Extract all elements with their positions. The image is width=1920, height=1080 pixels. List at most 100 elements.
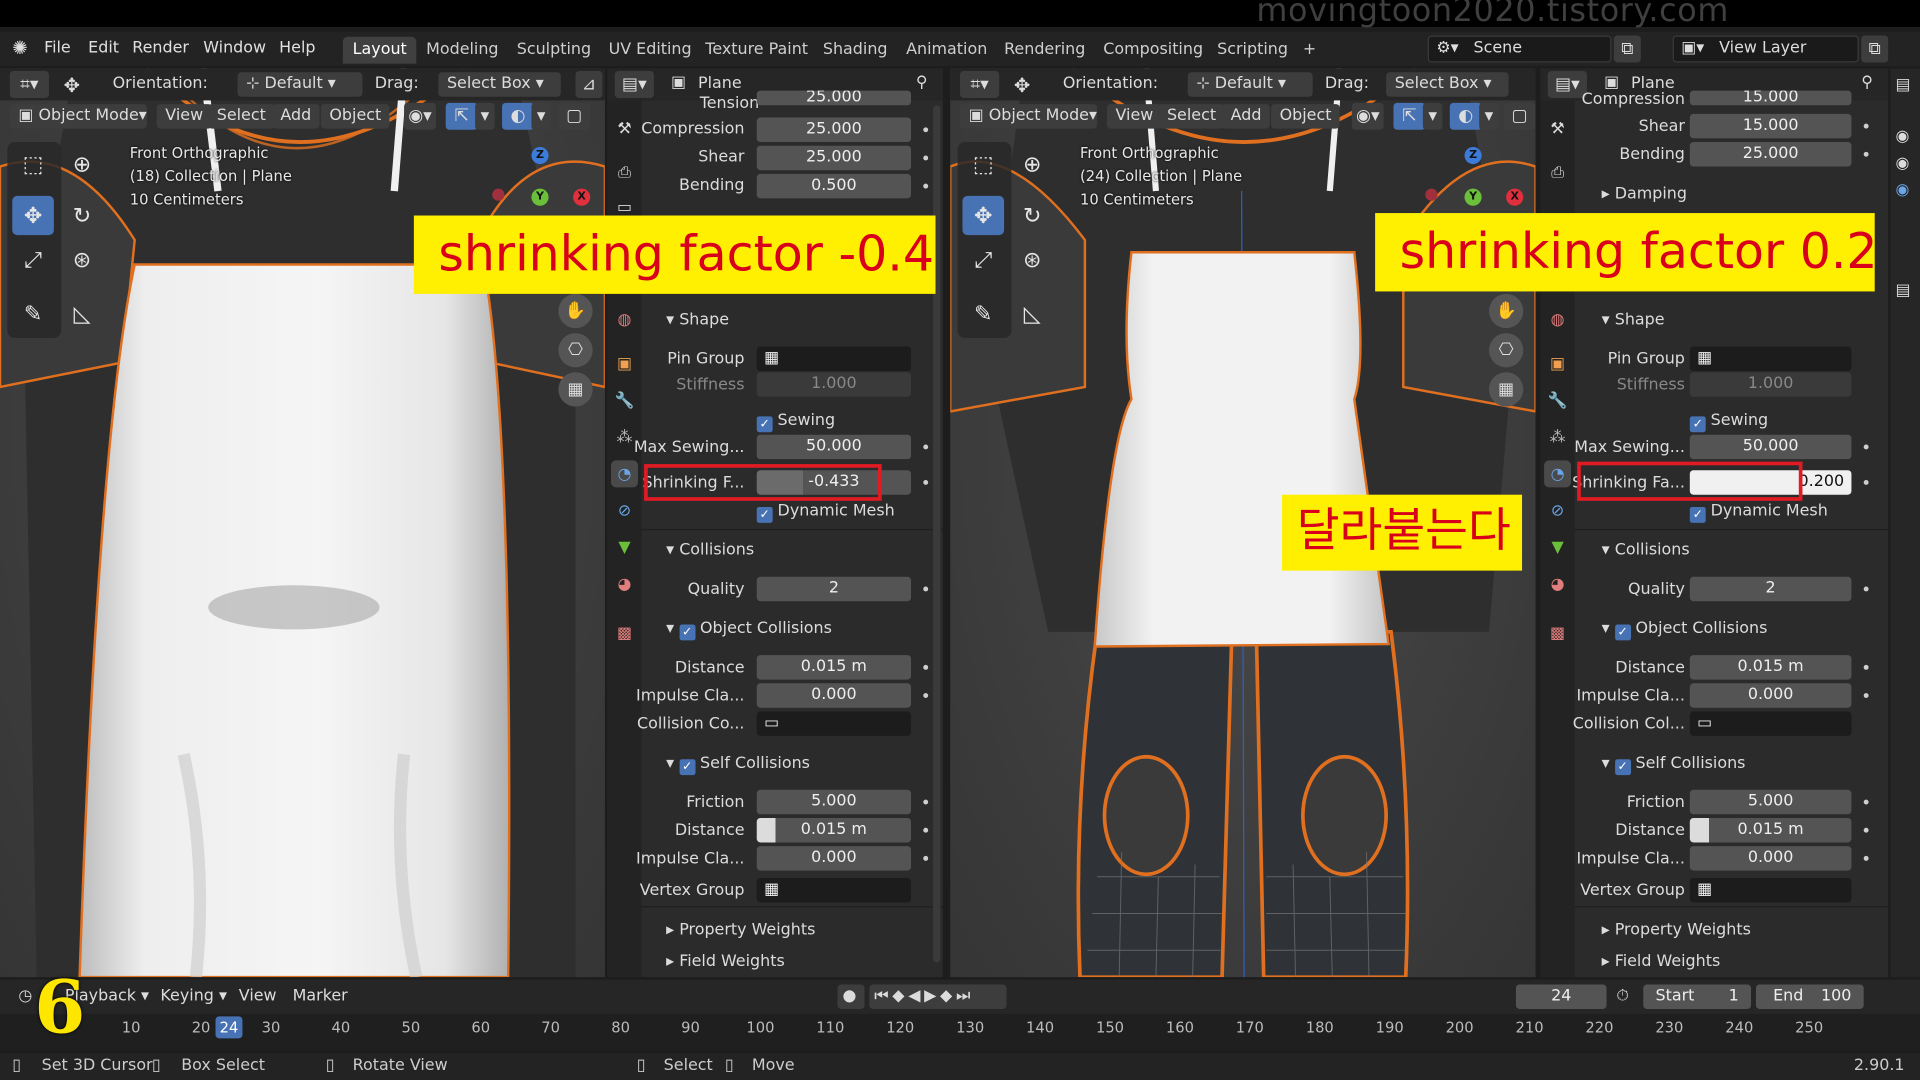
max-sewing-field[interactable]: 50.000: [1689, 434, 1852, 460]
render-tab-icon[interactable]: ⎙: [1544, 159, 1571, 186]
object-collisions-panel-header[interactable]: ▾ ✓ Object Collisions: [666, 620, 832, 641]
menu-add[interactable]: Add: [271, 104, 320, 129]
gizmo-y-axis[interactable]: Y: [1464, 188, 1482, 206]
mode-dropdown[interactable]: ▣ Object Mode▾: [9, 104, 147, 129]
keyframe-dot[interactable]: [923, 480, 929, 485]
modifier-tab-icon[interactable]: 🔧: [611, 387, 638, 414]
menu-object[interactable]: Object: [1271, 104, 1341, 129]
self-distance-field[interactable]: 0.015 m: [1689, 817, 1852, 843]
xray-icon[interactable]: ▢: [558, 102, 591, 130]
property-weights-panel-header[interactable]: ▸ Property Weights: [1602, 921, 1751, 939]
compression-field[interactable]: 15.000: [1689, 90, 1852, 106]
self-collisions-panel-header[interactable]: ▾ ✓ Self Collisions: [666, 754, 810, 776]
object-tab-icon[interactable]: ▣: [611, 350, 638, 377]
eye-icon[interactable]: ◉: [1896, 154, 1910, 172]
stopwatch-icon[interactable]: ⏱: [1616, 987, 1628, 1005]
current-frame-field[interactable]: 24: [1515, 984, 1607, 1009]
overlay-icon[interactable]: ◐: [502, 102, 534, 130]
viewport-left[interactable]: ⌗▾ ✥ Orientation: ⊹ Default ▾ Drag: Sele…: [0, 68, 605, 978]
tab-compositing[interactable]: Compositing: [1093, 37, 1212, 64]
editor-type-icon[interactable]: ⌗▾: [9, 71, 49, 98]
gizmo-x-axis[interactable]: X: [573, 188, 591, 206]
bending-field[interactable]: 25.000: [1689, 142, 1852, 167]
damping-panel-header[interactable]: ▸ Damping: [1602, 185, 1687, 203]
menu-object[interactable]: Object: [320, 104, 390, 129]
menu-view[interactable]: View: [156, 104, 212, 129]
menu-window[interactable]: Window: [203, 39, 266, 57]
gizmo-z-axis[interactable]: Z: [531, 146, 549, 165]
bending-field[interactable]: 0.500: [756, 173, 912, 199]
blender-logo-icon[interactable]: ✺: [12, 37, 27, 59]
drag-dropdown[interactable]: Select Box ▾: [438, 72, 561, 97]
menu-select[interactable]: Select: [1158, 104, 1225, 129]
overlay-icon[interactable]: ◐: [1449, 102, 1482, 130]
tab-scripting[interactable]: Scripting: [1207, 37, 1297, 64]
gizmo-neg-x-axis[interactable]: [492, 188, 505, 201]
max-sewing-field[interactable]: 50.000: [756, 434, 912, 460]
collisions-panel-header[interactable]: ▾ Collisions: [666, 541, 754, 559]
properties-editor-icon[interactable]: ▤▾: [614, 71, 654, 98]
camera-icon[interactable]: ⎔: [1488, 333, 1524, 368]
texture-tab-icon[interactable]: ▩: [611, 620, 638, 647]
keyframe-dot[interactable]: [923, 183, 929, 189]
impulse-clamp-field[interactable]: 0.000: [756, 683, 912, 708]
keyframe-dot[interactable]: [923, 693, 929, 698]
dynamic-mesh-checkbox[interactable]: ✓ Dynamic Mesh: [1689, 502, 1828, 523]
physics-tab-icon[interactable]: ◔: [611, 460, 638, 488]
vertex-group-field[interactable]: ▦: [756, 877, 912, 903]
stiffness-field[interactable]: 1.000: [1689, 372, 1852, 397]
visibility-icon[interactable]: ◉▾: [404, 102, 436, 130]
keyframe-dot[interactable]: [1863, 123, 1869, 129]
self-impulse-clamp-field[interactable]: 0.000: [756, 846, 912, 871]
move-icon[interactable]: ✥: [962, 195, 1005, 236]
tension-field[interactable]: 25.000: [756, 90, 912, 106]
tool-tab-icon[interactable]: ⚒: [611, 115, 638, 142]
snap-icon[interactable]: ⊿: [575, 71, 603, 98]
transform-icon[interactable]: ⊛: [61, 240, 103, 279]
menu-render[interactable]: Render: [132, 39, 189, 57]
eye-icon[interactable]: ◉: [1896, 127, 1910, 145]
pin-icon[interactable]: ⚲: [916, 73, 928, 91]
distance-field[interactable]: 0.015 m: [756, 655, 912, 680]
keyframe-dot[interactable]: [1863, 693, 1869, 698]
overlay-dropdown-icon[interactable]: ▾: [531, 102, 552, 130]
play-icon[interactable]: ▶: [924, 987, 940, 1005]
timeline-marker-menu[interactable]: Marker: [284, 984, 357, 1009]
shear-field[interactable]: 15.000: [1689, 113, 1852, 139]
outliner-editor-icon[interactable]: ▤: [1896, 76, 1911, 94]
keyframe-dot[interactable]: [923, 155, 929, 161]
constraints-tab-icon[interactable]: ⊘: [611, 497, 638, 524]
move-icon[interactable]: ✥: [12, 195, 54, 236]
shape-panel-header[interactable]: ▾ Shape: [666, 311, 729, 329]
xray-icon[interactable]: ▢: [1503, 102, 1536, 130]
mode-dropdown[interactable]: ▣ Object Mode▾: [960, 104, 1098, 129]
tab-rendering[interactable]: Rendering: [994, 37, 1095, 64]
keyframe-dot[interactable]: [923, 127, 929, 133]
particles-tab-icon[interactable]: ⁂: [1544, 424, 1571, 451]
keyframe-dot[interactable]: [923, 444, 929, 450]
keyframe-dot[interactable]: [1863, 827, 1869, 833]
gizmo-icon[interactable]: ⇱: [1393, 102, 1426, 130]
pin-group-field[interactable]: ▦: [756, 346, 912, 372]
shear-field[interactable]: 25.000: [756, 145, 912, 171]
properties-editor-icon[interactable]: ▤: [1896, 282, 1911, 300]
new-scene-icon[interactable]: ⧉: [1613, 35, 1641, 63]
gizmo-z-axis[interactable]: Z: [1464, 146, 1482, 165]
gizmo-y-axis[interactable]: Y: [531, 188, 549, 206]
menu-view[interactable]: View: [1106, 104, 1162, 129]
rotate-icon[interactable]: ↻: [1011, 196, 1053, 235]
texture-tab-icon[interactable]: ▩: [1544, 620, 1571, 647]
keyframe-dot[interactable]: [1863, 855, 1869, 861]
scene-selector[interactable]: ⚙▾ Scene: [1427, 35, 1612, 63]
tab-sculpting[interactable]: Sculpting: [507, 37, 601, 64]
world-tab-icon[interactable]: ◍: [1544, 306, 1571, 333]
object-tab-icon[interactable]: ▣: [1544, 350, 1571, 377]
material-tab-icon[interactable]: ◕: [611, 571, 638, 598]
self-distance-field[interactable]: 0.015 m: [756, 817, 912, 843]
eye-icon[interactable]: ◉: [1896, 181, 1910, 199]
physics-tab-icon[interactable]: ◔: [1544, 460, 1572, 488]
compression-field[interactable]: 25.000: [756, 117, 912, 143]
keyframe-dot[interactable]: [923, 827, 929, 833]
start-frame-field[interactable]: Start 1: [1643, 984, 1752, 1009]
menu-help[interactable]: Help: [279, 39, 315, 57]
